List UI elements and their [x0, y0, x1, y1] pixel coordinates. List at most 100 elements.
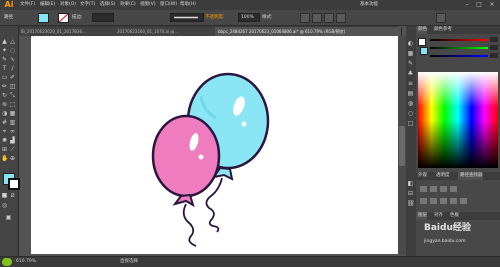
hand-tool-icon[interactable]: ✋ — [1, 155, 8, 162]
stroke-swatch[interactable] — [58, 13, 69, 23]
menu-window[interactable]: 窗口(W) — [160, 1, 177, 9]
symbols-panel-icon[interactable]: ♣ — [407, 70, 414, 77]
appearance-panel-icon[interactable]: ○ — [407, 110, 414, 117]
zoom-tool-icon[interactable]: ⊕ — [9, 155, 16, 162]
graphic-styles-panel-icon[interactable]: □ — [407, 120, 414, 127]
perspective-grid-tool-icon[interactable]: ▦ — [9, 110, 16, 117]
tab-swatches[interactable]: 色板 — [448, 212, 459, 220]
rotate-tool-icon[interactable]: ↻ — [1, 92, 8, 99]
exclude-icon[interactable] — [450, 186, 457, 192]
blue-slider[interactable] — [430, 55, 488, 57]
menu-type[interactable]: 文字(T) — [80, 1, 95, 9]
line-tool-icon[interactable]: / — [9, 65, 16, 72]
balloons-artwork[interactable] — [31, 36, 398, 254]
brushes-panel-icon[interactable]: ✎ — [407, 60, 414, 67]
gradient-tool-icon[interactable]: ▥ — [9, 119, 16, 126]
arrange-icon[interactable] — [336, 13, 346, 23]
shape-builder-tool-icon[interactable]: ◑ — [1, 110, 8, 117]
minimize-icon[interactable]: – — [462, 1, 472, 9]
free-transform-tool-icon[interactable]: ⬚ — [9, 101, 16, 108]
artboard-tool-icon[interactable]: ⊞ — [1, 146, 8, 153]
stroke-panel-icon[interactable]: ≡ — [407, 80, 414, 87]
stroke-weight-dropdown[interactable] — [92, 13, 114, 22]
color-panel-icon[interactable]: ◐ — [407, 40, 414, 47]
screen-mode-icon[interactable]: ▣ — [5, 214, 12, 221]
eyedropper-tool-icon[interactable]: ⌖ — [1, 128, 8, 135]
tab-document-1[interactable]: IB_20170623020_01_2017B36... — [18, 27, 117, 36]
stroke-color-box[interactable] — [8, 178, 20, 190]
eraser-tool-icon[interactable]: ◫ — [9, 83, 16, 90]
paintbrush-tool-icon[interactable]: ✐ — [9, 74, 16, 81]
artboard-canvas[interactable] — [31, 36, 398, 254]
fill-swatch[interactable] — [38, 13, 49, 23]
tab-layers[interactable]: 图层 — [416, 212, 427, 220]
tab-document-active[interactable]: bbpc_2484267 20170623_01064806.ai* @ 610… — [215, 27, 402, 36]
panel-stroke-swatch[interactable] — [420, 47, 428, 55]
outline-icon[interactable] — [460, 198, 467, 204]
red-slider[interactable] — [430, 39, 488, 41]
tab-color-guide[interactable]: 颜色参考 — [432, 26, 452, 34]
menu-view[interactable]: 视图(V) — [140, 1, 156, 9]
artboards-panel-icon[interactable]: ⊟ — [407, 190, 414, 197]
width-tool-icon[interactable]: ≋ — [1, 101, 8, 108]
crop-icon[interactable] — [450, 198, 457, 204]
scale-tool-icon[interactable]: ⤡ — [9, 92, 16, 99]
tab-document-2[interactable]: 20170623160_01_1070.ai @... — [114, 27, 218, 36]
unite-icon[interactable] — [420, 186, 427, 192]
merge-icon[interactable] — [440, 198, 447, 204]
menu-effect[interactable]: 效果(C) — [120, 1, 136, 9]
scroll-thumb[interactable] — [399, 126, 405, 166]
gradient-panel-icon[interactable]: ▤ — [407, 90, 414, 97]
divide-icon[interactable] — [420, 198, 427, 204]
menu-object[interactable]: 对象(O) — [60, 1, 76, 9]
blue-value[interactable] — [490, 53, 498, 58]
lasso-tool-icon[interactable]: ◌ — [9, 47, 16, 54]
tab-pathfinder[interactable]: 路径查找器 — [458, 172, 483, 180]
panel-menu-icon[interactable] — [436, 13, 446, 23]
draw-mode-icon[interactable]: ◎ — [1, 202, 8, 209]
panel-fill-swatch[interactable] — [418, 38, 426, 46]
magic-wand-tool-icon[interactable]: ✦ — [1, 47, 8, 54]
pink-balloon[interactable] — [151, 114, 221, 198]
tab-color[interactable]: 颜色 — [416, 26, 427, 34]
layers-panel-icon[interactable]: ◧ — [407, 180, 414, 187]
isolate-icon[interactable] — [324, 13, 334, 23]
selection-tool-icon[interactable]: ▲ — [1, 38, 8, 45]
red-value[interactable] — [490, 37, 498, 42]
blend-tool-icon[interactable]: ∞ — [9, 128, 16, 135]
zoom-level[interactable]: 610.79% — [16, 258, 36, 266]
symbol-sprayer-tool-icon[interactable]: ✺ — [1, 137, 8, 144]
trim-icon[interactable] — [430, 198, 437, 204]
tab-transparency[interactable]: 透明度 — [434, 172, 450, 180]
transparency-panel-icon[interactable]: ◍ — [407, 100, 414, 107]
green-slider[interactable] — [430, 47, 488, 49]
mesh-tool-icon[interactable]: # — [1, 119, 8, 126]
menu-select[interactable]: 选择(S) — [100, 1, 115, 9]
maximize-icon[interactable]: □ — [474, 1, 484, 9]
direct-selection-tool-icon[interactable]: △ — [9, 38, 16, 45]
vertical-scrollbar[interactable] — [398, 36, 406, 254]
menu-edit[interactable]: 编辑(E) — [40, 1, 55, 9]
opacity-input[interactable]: 100% — [238, 13, 260, 22]
none-mode-icon[interactable]: ⧄ — [9, 192, 16, 199]
menu-help[interactable]: 帮助(H) — [180, 1, 196, 9]
transform-icon[interactable] — [312, 13, 322, 23]
brush-dropdown[interactable] — [170, 13, 204, 22]
tab-align[interactable]: 对齐 — [432, 212, 443, 220]
links-panel-icon[interactable]: ⛓ — [407, 200, 415, 207]
graph-tool-icon[interactable]: ▟ — [9, 137, 16, 144]
type-tool-icon[interactable]: T — [1, 65, 8, 72]
workspace-switcher[interactable]: 基本功能 — [360, 1, 378, 9]
pen-tool-icon[interactable]: ✎ — [1, 56, 8, 63]
align-icon[interactable] — [300, 13, 310, 23]
rectangle-tool-icon[interactable]: ▭ — [1, 74, 8, 81]
close-icon[interactable]: × — [487, 1, 497, 9]
intersect-icon[interactable] — [440, 186, 447, 192]
minus-front-icon[interactable] — [430, 186, 437, 192]
curvature-tool-icon[interactable]: ∿ — [9, 56, 16, 63]
color-mode-icon[interactable]: ■ — [1, 192, 8, 199]
swatches-panel-icon[interactable]: ▦ — [407, 50, 414, 57]
tab-appearance[interactable]: 外观 — [416, 172, 427, 180]
slice-tool-icon[interactable]: ⟋ — [9, 146, 16, 153]
pencil-tool-icon[interactable]: ✏ — [1, 83, 8, 90]
